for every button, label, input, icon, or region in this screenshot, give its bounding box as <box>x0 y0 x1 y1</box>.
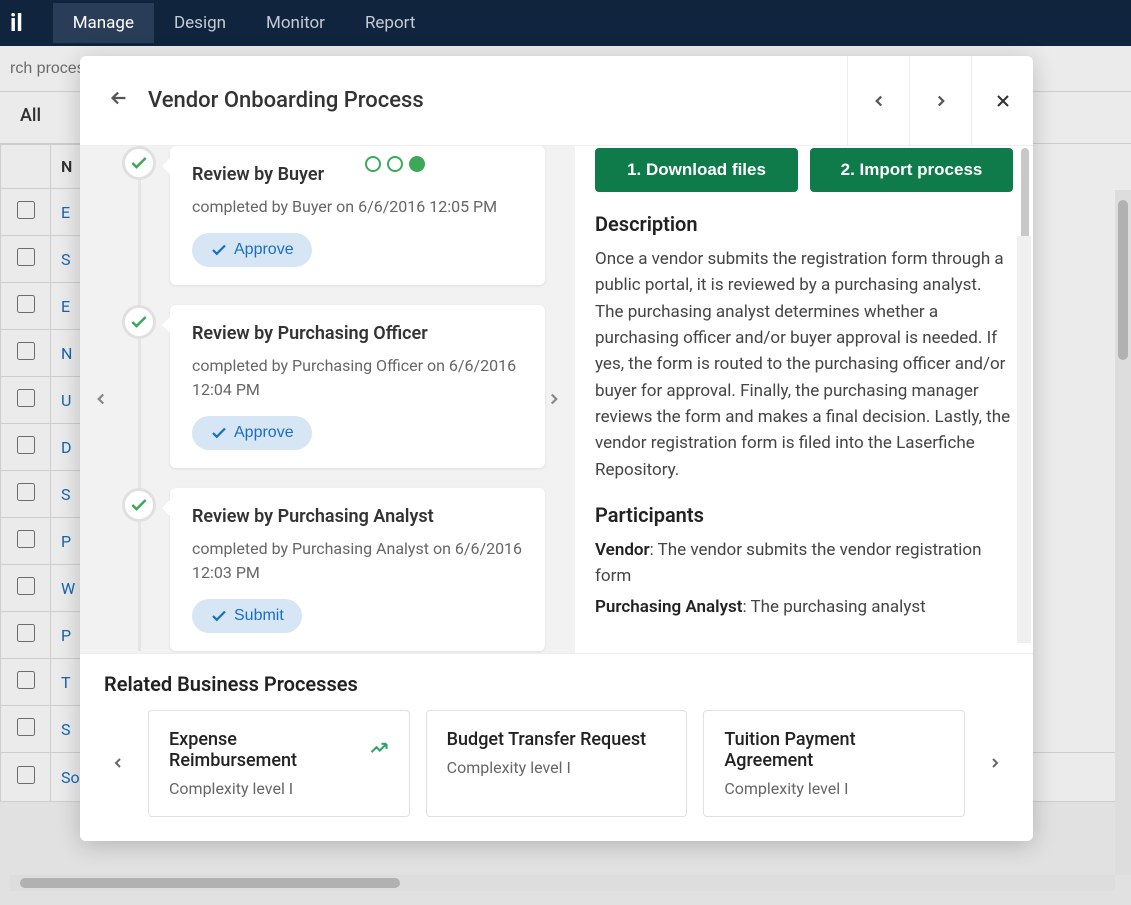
nav-monitor[interactable]: Monitor <box>246 3 345 43</box>
modal-scrollbar[interactable] <box>1017 236 1031 643</box>
modal-header: Vendor Onboarding Process <box>80 56 1033 146</box>
nav-design[interactable]: Design <box>154 3 246 43</box>
nav-manage[interactable]: Manage <box>53 3 154 43</box>
related-subtitle: Complexity level I <box>447 758 667 777</box>
related-title: Budget Transfer Request <box>447 729 667 750</box>
dot-outline-icon <box>365 156 381 172</box>
related-heading: Related Business Processes <box>104 672 1009 696</box>
timeline-title: Review by Buyer <box>192 164 523 185</box>
related-section: Related Business Processes Expense Reimb… <box>80 653 1033 841</box>
related-subtitle: Complexity level I <box>169 779 389 798</box>
related-next[interactable] <box>981 746 1009 782</box>
timeline-meta: completed by Purchasing Officer on 6/6/2… <box>192 354 523 402</box>
related-card[interactable]: Budget Transfer Request Complexity level… <box>426 710 688 817</box>
top-nav: il Manage Design Monitor Report <box>0 0 1131 46</box>
logo: il <box>10 9 23 37</box>
timeline-title: Review by Purchasing Officer <box>192 323 523 344</box>
description-heading: Description <box>595 212 1013 236</box>
timeline-card: Review by Purchasing Analyst completed b… <box>170 488 545 651</box>
timeline-title: Review by Purchasing Analyst <box>192 506 523 527</box>
timeline-meta: completed by Buyer on 6/6/2016 12:05 PM <box>192 195 523 219</box>
description-text: Once a vendor submits the registration f… <box>595 246 1013 483</box>
timeline-meta: completed by Purchasing Analyst on 6/6/2… <box>192 537 523 585</box>
timeline-panel: Review by Buyer completed by Buyer on 6/… <box>80 146 575 653</box>
timeline: Review by Buyer completed by Buyer on 6/… <box>120 146 545 651</box>
modal: Vendor Onboarding Process <box>80 56 1033 841</box>
timeline-card: Review by Purchasing Officer completed b… <box>170 305 545 468</box>
participant-item: Vendor: The vendor submits the vendor re… <box>595 537 1013 590</box>
close-button[interactable] <box>971 56 1033 146</box>
related-title: Tuition Payment Agreement <box>724 729 944 771</box>
modal-title: Vendor Onboarding Process <box>148 88 847 113</box>
import-process-button[interactable]: 2. Import process <box>810 148 1013 192</box>
related-title: Expense Reimbursement <box>169 729 389 771</box>
dot-outline-icon <box>387 156 403 172</box>
modal-body: Review by Buyer completed by Buyer on 6/… <box>80 146 1033 653</box>
checkmark-icon <box>122 305 156 339</box>
prev-button[interactable] <box>847 56 909 146</box>
details-panel: 1. Download files 2. Import process Desc… <box>575 146 1033 653</box>
timeline-item: Review by Purchasing Analyst completed b… <box>150 488 545 651</box>
checkmark-icon <box>122 146 156 180</box>
timeline-card: Review by Buyer completed by Buyer on 6/… <box>170 146 545 285</box>
participants-heading: Participants <box>595 503 1013 527</box>
timeline-prev[interactable] <box>82 376 120 424</box>
status-dots <box>365 156 425 172</box>
timeline-action-button[interactable]: Submit <box>192 599 302 633</box>
dot-solid-icon <box>409 156 425 172</box>
trend-up-icon <box>369 738 389 763</box>
checkmark-icon <box>122 488 156 522</box>
download-files-button[interactable]: 1. Download files <box>595 148 798 192</box>
timeline-action-button[interactable]: Approve <box>192 233 312 267</box>
related-subtitle: Complexity level I <box>724 779 944 798</box>
next-button[interactable] <box>909 56 971 146</box>
nav-report[interactable]: Report <box>345 3 435 43</box>
related-card[interactable]: Expense Reimbursement Complexity level I <box>148 710 410 817</box>
timeline-action-button[interactable]: Approve <box>192 416 312 450</box>
related-card[interactable]: Tuition Payment Agreement Complexity lev… <box>703 710 965 817</box>
timeline-item: Review by Buyer completed by Buyer on 6/… <box>150 146 545 285</box>
timeline-item: Review by Purchasing Officer completed b… <box>150 305 545 468</box>
back-button[interactable] <box>100 79 138 123</box>
participant-item: Purchasing Analyst: The purchasing analy… <box>595 594 1013 620</box>
related-prev[interactable] <box>104 746 132 782</box>
